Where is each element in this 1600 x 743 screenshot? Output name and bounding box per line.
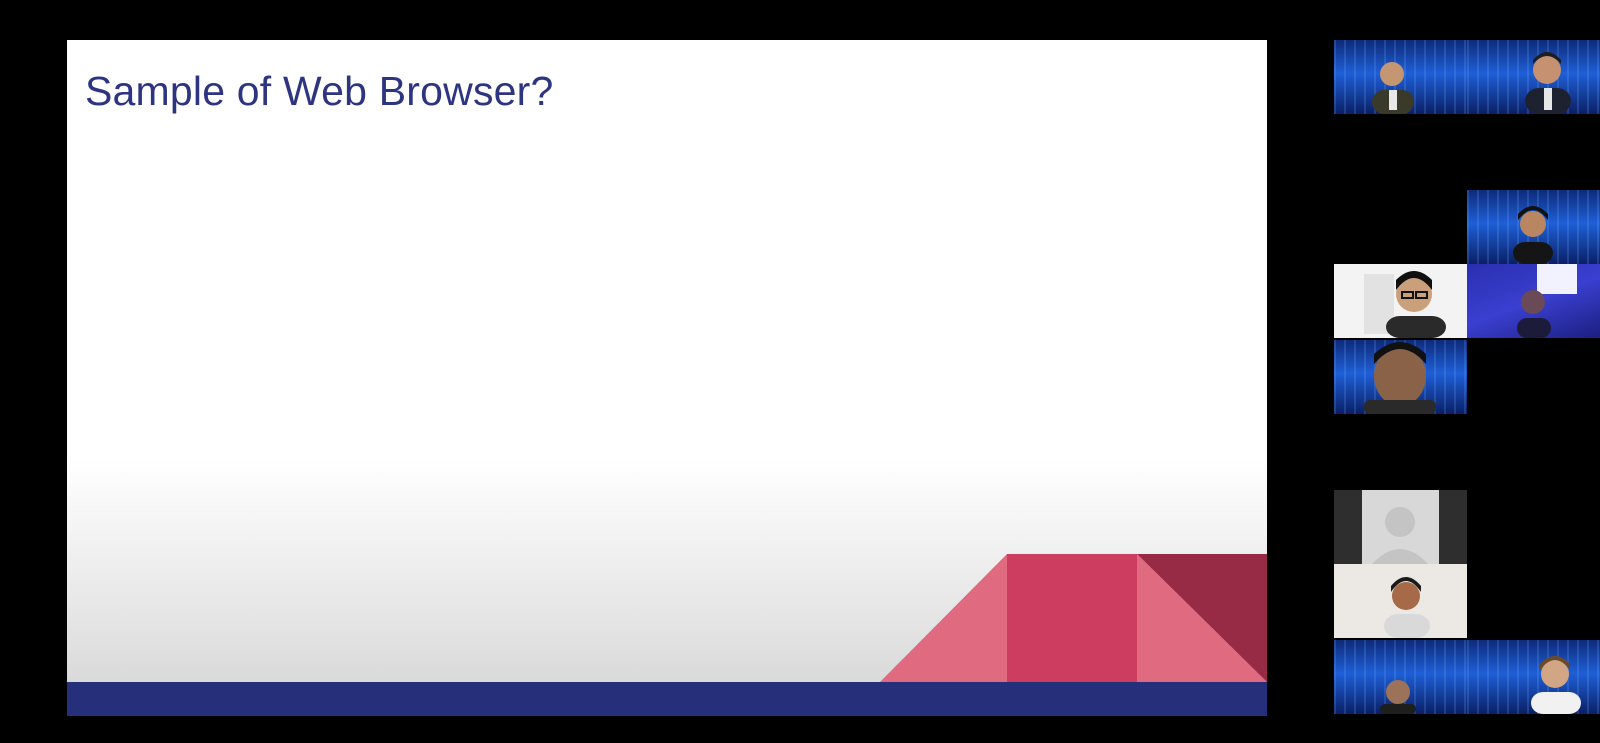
participant-video-tile[interactable] bbox=[1334, 264, 1467, 338]
default-avatar-icon bbox=[1334, 490, 1467, 564]
participant-video-tile[interactable] bbox=[1334, 564, 1467, 638]
person-video-icon bbox=[1364, 271, 1446, 338]
participant-video-tile[interactable] bbox=[1467, 640, 1600, 714]
presentation-slide: Sample of Web Browser? bbox=[67, 40, 1267, 716]
slide-footer-bar bbox=[67, 682, 1267, 716]
person-video-icon bbox=[1384, 577, 1430, 638]
participant-video-tile[interactable] bbox=[1334, 490, 1467, 564]
participant-video-tile[interactable] bbox=[1334, 40, 1467, 114]
decor-triangle-left bbox=[880, 554, 1007, 682]
participant-video-tile[interactable] bbox=[1467, 40, 1600, 114]
participant-video-tile[interactable] bbox=[1467, 190, 1600, 264]
person-video-icon bbox=[1380, 680, 1416, 714]
participant-video-tile[interactable] bbox=[1334, 340, 1467, 414]
slide-decoration bbox=[67, 554, 1267, 716]
participant-video-tile[interactable] bbox=[1334, 640, 1467, 714]
person-video-icon bbox=[1525, 52, 1571, 114]
decor-center-block bbox=[1007, 554, 1137, 682]
person-video-icon bbox=[1364, 342, 1436, 414]
participant-gallery bbox=[1334, 0, 1600, 743]
person-video-icon bbox=[1531, 656, 1581, 714]
person-video-icon bbox=[1513, 206, 1553, 264]
participant-video-tile[interactable] bbox=[1467, 264, 1600, 338]
person-video-icon bbox=[1372, 62, 1414, 114]
person-video-icon bbox=[1517, 264, 1577, 338]
